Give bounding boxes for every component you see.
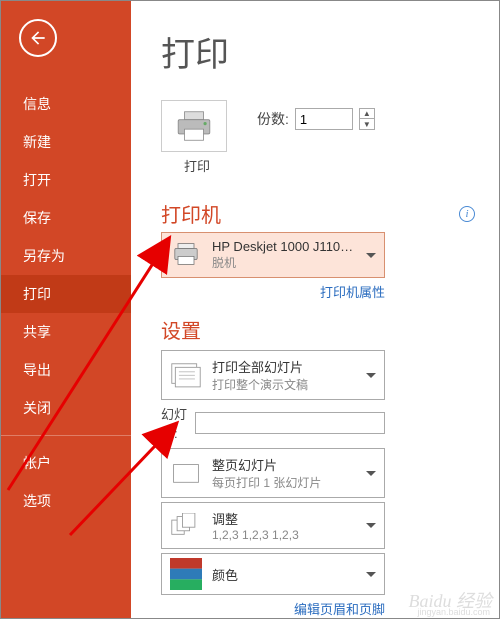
copies-spinner[interactable]: ▲ ▼ (359, 108, 375, 130)
settings-section-title: 设置 (161, 315, 475, 344)
sidebar-item-close[interactable]: 关闭 (1, 389, 131, 427)
color-title: 颜色 (212, 565, 356, 584)
edit-header-footer-link[interactable]: 编辑页眉和页脚 (161, 599, 385, 618)
printer-icon (175, 109, 213, 143)
sidebar: 信息 新建 打开 保存 另存为 打印 共享 导出 关闭 帐户 选项 (1, 1, 131, 618)
sidebar-item-print[interactable]: 打印 (1, 275, 131, 313)
printer-dropdown[interactable]: HP Deskjet 1000 J110 s... 脱机 (161, 232, 385, 278)
page-title: 打印 (161, 27, 475, 76)
main-panel: 打印 打印 份数: ▲ ▼ (131, 1, 499, 618)
sidebar-item-info[interactable]: 信息 (1, 85, 131, 123)
spinner-down-icon[interactable]: ▼ (360, 119, 374, 129)
print-scope-dropdown[interactable]: 打印全部幻灯片 打印整个演示文稿 (161, 350, 385, 400)
printer-properties-link[interactable]: 打印机属性 (161, 282, 385, 301)
watermark-sub: jingyan.baidu.com (417, 607, 490, 617)
sidebar-item-options[interactable]: 选项 (1, 482, 131, 520)
info-icon[interactable]: i (459, 206, 475, 222)
color-swatch-icon (170, 560, 202, 588)
printer-status: 脱机 (212, 254, 356, 271)
chevron-down-icon (366, 253, 376, 258)
scope-sub: 打印整个演示文稿 (212, 376, 356, 393)
color-dropdown[interactable]: 颜色 (161, 553, 385, 595)
scope-title: 打印全部幻灯片 (212, 357, 356, 376)
print-button[interactable]: 打印 (161, 100, 233, 175)
collate-icon (170, 512, 202, 540)
copies-label: 份数: (257, 109, 289, 129)
arrow-left-icon (28, 28, 48, 48)
collate-dropdown[interactable]: 调整 1,2,3 1,2,3 1,2,3 (161, 502, 385, 549)
sidebar-item-saveas[interactable]: 另存为 (1, 237, 131, 275)
slides-field-label: 幻灯片: (161, 404, 195, 442)
layout-dropdown[interactable]: 整页幻灯片 每页打印 1 张幻灯片 (161, 448, 385, 498)
sidebar-item-account[interactable]: 帐户 (1, 444, 131, 482)
back-button[interactable] (19, 19, 57, 57)
collate-sub: 1,2,3 1,2,3 1,2,3 (212, 528, 356, 542)
chevron-down-icon (366, 523, 376, 528)
chevron-down-icon (366, 471, 376, 476)
sidebar-separator (1, 435, 131, 436)
printer-section-title: 打印机 (161, 199, 221, 228)
sidebar-item-open[interactable]: 打开 (1, 161, 131, 199)
slides-range-input[interactable] (195, 412, 385, 434)
layout-sub: 每页打印 1 张幻灯片 (212, 474, 356, 491)
sidebar-item-new[interactable]: 新建 (1, 123, 131, 161)
print-button-label: 打印 (161, 156, 233, 175)
collate-title: 调整 (212, 509, 356, 528)
spinner-up-icon[interactable]: ▲ (360, 109, 374, 119)
printer-device-icon (170, 241, 202, 269)
printer-name: HP Deskjet 1000 J110 s... (212, 239, 356, 254)
chevron-down-icon (366, 373, 376, 378)
sidebar-item-export[interactable]: 导出 (1, 351, 131, 389)
copies-input[interactable] (295, 108, 353, 130)
sidebar-item-share[interactable]: 共享 (1, 313, 131, 351)
full-page-icon (170, 459, 202, 487)
sidebar-item-save[interactable]: 保存 (1, 199, 131, 237)
slides-all-icon (170, 361, 202, 389)
layout-title: 整页幻灯片 (212, 455, 356, 474)
chevron-down-icon (366, 572, 376, 577)
